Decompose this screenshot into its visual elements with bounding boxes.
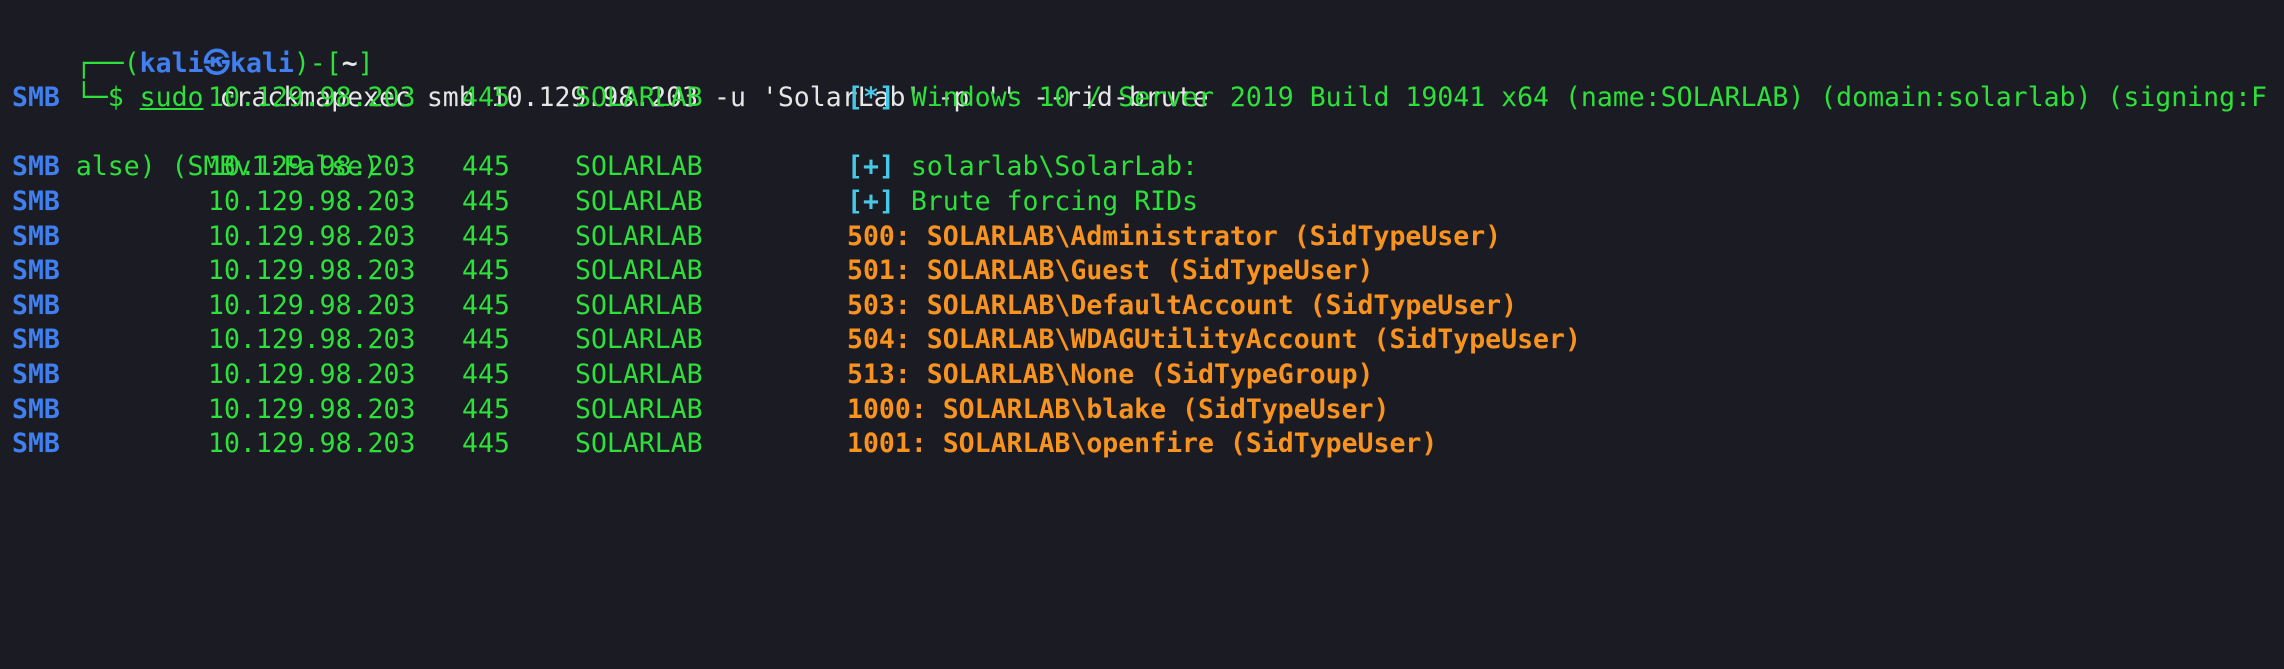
col-port: 445 <box>462 393 510 425</box>
col-host: SOLARLAB <box>575 324 703 356</box>
col-ip: 10.129.98.203 <box>208 324 416 356</box>
col-port: 445 <box>462 289 510 321</box>
prompt-line-2: └─$ sudo crackmapexec smb 10.129.98.203 … <box>12 47 2284 113</box>
col-host: SOLARLAB <box>575 220 703 252</box>
status-tag: [+] <box>847 151 895 183</box>
rid-entry: 501: SOLARLAB\Guest (SidTypeUser) <box>847 255 1374 287</box>
col-ip: 10.129.98.203 <box>208 393 416 425</box>
col-ip: 10.129.98.203 <box>208 220 416 252</box>
col-message: [+] solarlab\SolarLab: <box>847 150 1198 185</box>
prompt-line-1: ┌──(kali㉿kali)-[~] <box>12 12 2284 79</box>
output-line: SMB 10.129.98.203 445 SOLARLAB [+] solar… <box>12 150 2284 185</box>
col-ip: 10.129.98.203 <box>208 151 416 183</box>
rid-line: SMB 10.129.98.203 445 SOLARLAB 503: SOLA… <box>12 289 2284 324</box>
col-proto: SMB <box>12 82 60 114</box>
col-host: SOLARLAB <box>575 185 703 217</box>
col-port: 445 <box>462 151 510 183</box>
output-line: SMB 10.129.98.203 445 SOLARLAB [+] Brute… <box>12 185 2284 220</box>
message-text: Windows 10 / Server 2019 Build 19041 x64… <box>894 82 2267 114</box>
message-text: Brute forcing RIDs <box>894 185 1199 217</box>
col-proto: SMB <box>12 324 60 356</box>
rid-entry: 503: SOLARLAB\DefaultAccount (SidTypeUse… <box>847 289 1518 321</box>
col-proto: SMB <box>12 255 60 287</box>
rid-line: SMB 10.129.98.203 445 SOLARLAB 513: SOLA… <box>12 358 2284 393</box>
rid-line: SMB 10.129.98.203 445 SOLARLAB 1001: SOL… <box>12 427 2284 462</box>
col-host: SOLARLAB <box>575 393 703 425</box>
rid-entry: 1001: SOLARLAB\openfire (SidTypeUser) <box>847 428 1438 460</box>
col-port: 445 <box>462 185 510 217</box>
col-proto: SMB <box>12 220 60 252</box>
col-host: SOLARLAB <box>575 82 703 114</box>
col-host: SOLARLAB <box>575 151 703 183</box>
col-message: [*] Windows 10 / Server 2019 Build 19041… <box>847 81 2267 116</box>
output-info-wrap: alse) (SMBv1:False) <box>12 116 2284 182</box>
rid-entry: 513: SOLARLAB\None (SidTypeGroup) <box>847 358 1374 390</box>
rid-line: SMB 10.129.98.203 445 SOLARLAB 501: SOLA… <box>12 254 2284 289</box>
col-ip: 10.129.98.203 <box>208 82 416 114</box>
col-proto: SMB <box>12 185 60 217</box>
col-host: SOLARLAB <box>575 289 703 321</box>
message-text: solarlab\SolarLab: <box>894 151 1199 183</box>
rid-entry: 504: SOLARLAB\WDAGUtilityAccount (SidTyp… <box>847 324 1581 356</box>
col-port: 445 <box>462 82 510 114</box>
col-ip: 10.129.98.203 <box>208 428 416 460</box>
col-port: 445 <box>462 220 510 252</box>
col-proto: SMB <box>12 358 60 390</box>
rid-entry: 500: SOLARLAB\Administrator (SidTypeUser… <box>847 220 1502 252</box>
col-proto: SMB <box>12 428 60 460</box>
col-port: 445 <box>462 358 510 390</box>
rid-entry: 1000: SOLARLAB\blake (SidTypeUser) <box>847 393 1390 425</box>
col-ip: 10.129.98.203 <box>208 358 416 390</box>
col-proto: SMB <box>12 151 60 183</box>
col-ip: 10.129.98.203 <box>208 185 416 217</box>
col-proto: SMB <box>12 393 60 425</box>
output-info-line: SMB 10.129.98.203 445 SOLARLAB [*] Windo… <box>12 81 2284 116</box>
status-tag: [+] <box>847 185 895 217</box>
col-ip: 10.129.98.203 <box>208 255 416 287</box>
col-host: SOLARLAB <box>575 255 703 287</box>
col-proto: SMB <box>12 289 60 321</box>
col-port: 445 <box>462 255 510 287</box>
col-host: SOLARLAB <box>575 428 703 460</box>
rid-line: SMB 10.129.98.203 445 SOLARLAB 1000: SOL… <box>12 393 2284 428</box>
col-ip: 10.129.98.203 <box>208 289 416 321</box>
terminal-window[interactable]: ┌──(kali㉿kali)-[~] └─$ sudo crackmapexec… <box>0 0 2284 486</box>
rid-line: SMB 10.129.98.203 445 SOLARLAB 500: SOLA… <box>12 220 2284 255</box>
status-tag: [*] <box>847 82 895 114</box>
col-message: [+] Brute forcing RIDs <box>847 185 1198 220</box>
col-port: 445 <box>462 428 510 460</box>
col-port: 445 <box>462 324 510 356</box>
rid-line: SMB 10.129.98.203 445 SOLARLAB 504: SOLA… <box>12 323 2284 358</box>
col-host: SOLARLAB <box>575 358 703 390</box>
